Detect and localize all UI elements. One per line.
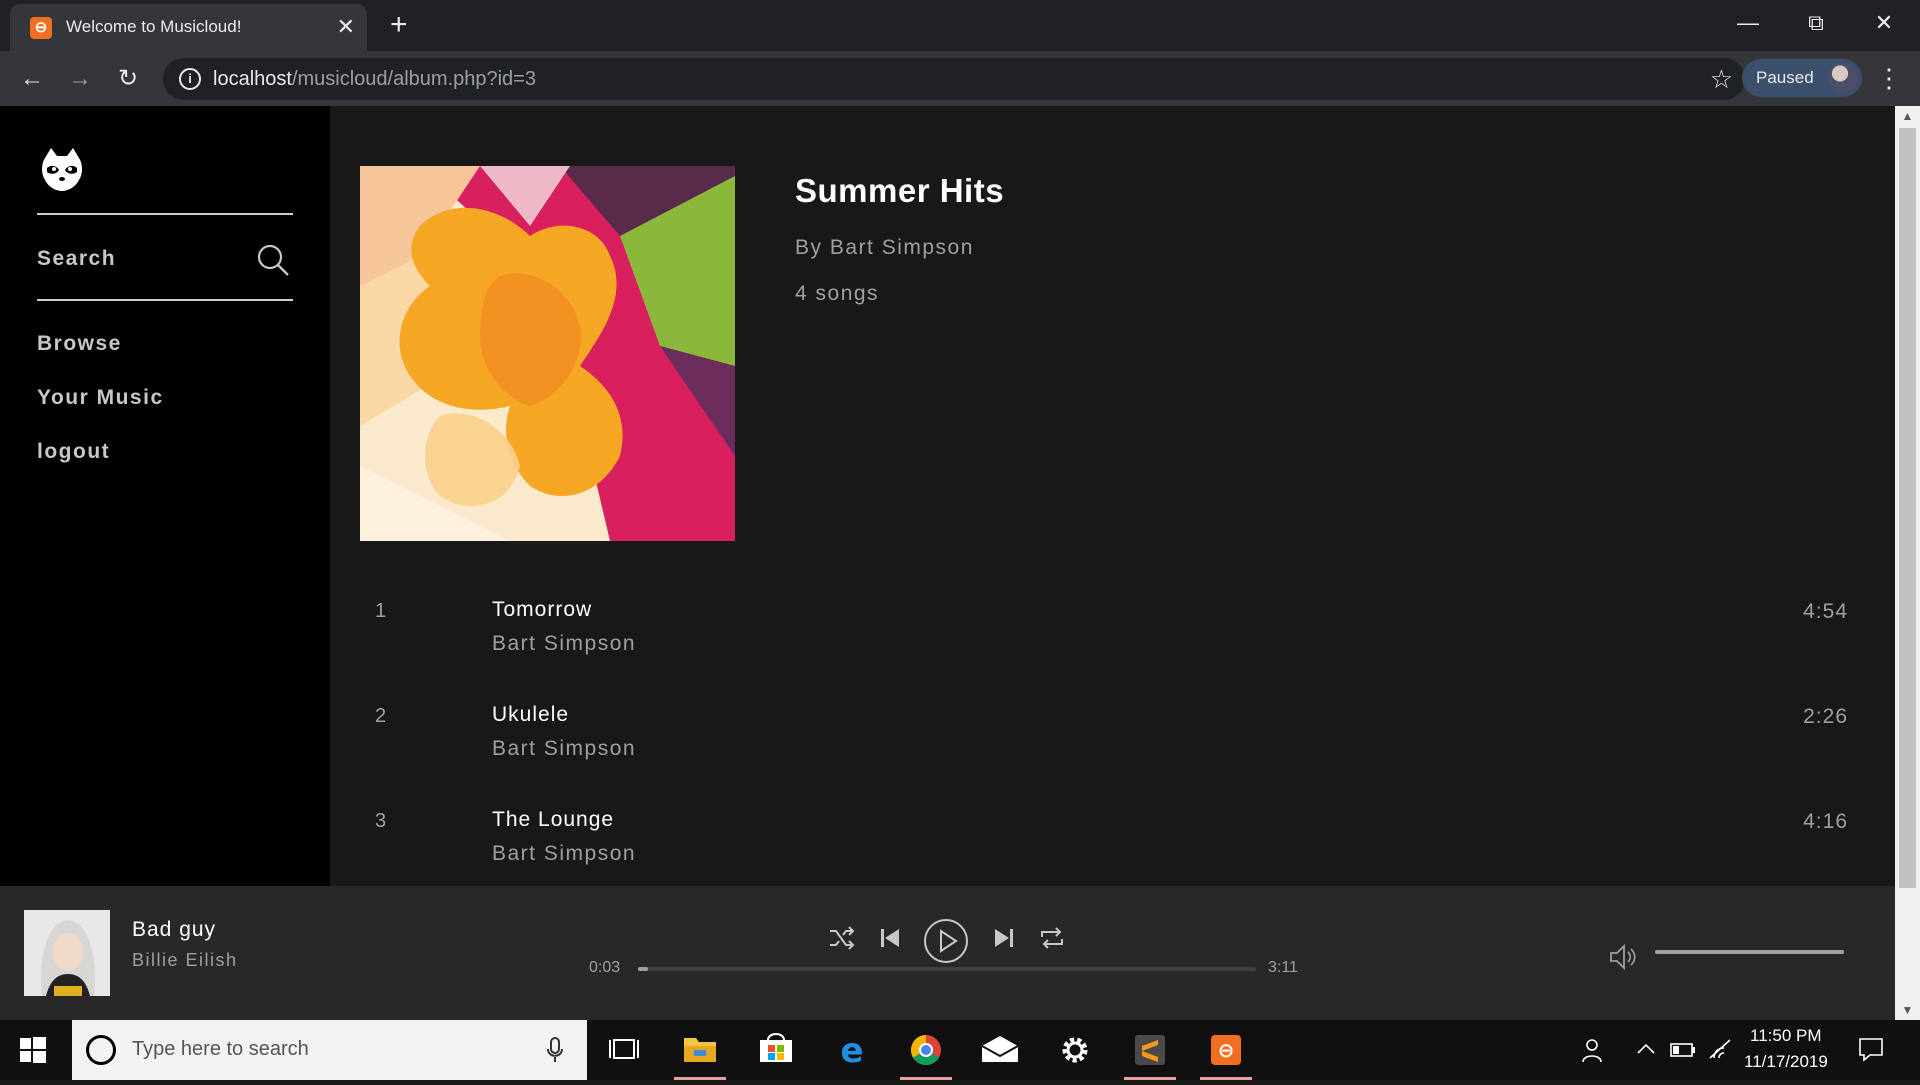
sidebar-item-your-music[interactable]: Your Music bbox=[37, 386, 164, 410]
new-tab-icon[interactable]: + bbox=[390, 9, 408, 41]
volume-slider[interactable] bbox=[1655, 950, 1844, 954]
clock-date[interactable]: 11/17/2019 bbox=[1744, 1052, 1828, 1072]
reload-icon[interactable]: ↻ bbox=[112, 63, 144, 95]
taskbar-search-placeholder: Type here to search bbox=[132, 1038, 309, 1060]
mail-icon[interactable] bbox=[968, 1020, 1032, 1080]
microsoft-store-icon[interactable] bbox=[744, 1020, 808, 1080]
divider bbox=[37, 213, 293, 215]
scroll-down-icon[interactable]: ▼ bbox=[1895, 1000, 1920, 1020]
task-view-icon[interactable] bbox=[592, 1020, 656, 1080]
track-number: 2 bbox=[375, 705, 387, 727]
bookmark-star-icon[interactable]: ☆ bbox=[1710, 64, 1733, 95]
restore-icon[interactable]: ⧉ bbox=[1796, 8, 1836, 38]
info-icon[interactable]: i bbox=[179, 68, 201, 90]
next-icon[interactable] bbox=[992, 924, 1016, 952]
sublime-text-icon[interactable] bbox=[1118, 1020, 1182, 1080]
sidebar: Search Browse Your Music logout bbox=[0, 106, 330, 886]
tab-title: Welcome to Musicloud! bbox=[66, 17, 242, 36]
track-name: Tomorrow bbox=[492, 598, 593, 621]
now-playing-bar: Bad guy Billie Eilish 0:03 3:11 bbox=[0, 886, 1895, 1020]
people-icon[interactable] bbox=[1580, 1036, 1606, 1064]
track-number: 3 bbox=[375, 810, 387, 832]
search-icon[interactable] bbox=[255, 242, 291, 278]
time-total: 3:11 bbox=[1268, 959, 1298, 976]
time-current: 0:03 bbox=[589, 959, 621, 976]
previous-icon[interactable] bbox=[878, 924, 902, 952]
album-artist: By Bart Simpson bbox=[795, 236, 974, 259]
xampp-favicon-icon: ⊖ bbox=[30, 17, 52, 39]
track-duration: 4:54 bbox=[1803, 600, 1848, 623]
browser-toolbar: ← → ↻ i localhost/musicloud/album.php?id… bbox=[0, 51, 1920, 106]
now-playing-artist[interactable]: Billie Eilish bbox=[132, 950, 238, 971]
track-row[interactable]: 2 Ukulele Bart Simpson 2:26 bbox=[330, 695, 1895, 775]
url-host: localhost bbox=[213, 68, 292, 90]
url-text[interactable]: localhost/musicloud/album.php?id=3 bbox=[213, 68, 536, 91]
chevron-up-icon[interactable] bbox=[1636, 1042, 1656, 1056]
track-row[interactable]: 1 Tomorrow Bart Simpson 4:54 bbox=[330, 590, 1895, 670]
browser-titlebar: ⊖ Welcome to Musicloud! ✕ + — ⧉ ✕ bbox=[0, 0, 1920, 51]
raccoon-logo-icon[interactable] bbox=[37, 144, 87, 194]
play-icon[interactable] bbox=[923, 918, 969, 964]
wifi-icon[interactable] bbox=[1708, 1038, 1732, 1060]
taskbar-search-box[interactable]: Type here to search bbox=[72, 1020, 587, 1080]
album-page: Summer Hits By Bart Simpson 4 songs 1 To… bbox=[330, 106, 1895, 886]
album-artwork bbox=[360, 166, 735, 541]
sidebar-item-logout[interactable]: logout bbox=[37, 440, 110, 464]
back-icon[interactable]: ← bbox=[16, 63, 48, 95]
chrome-icon[interactable] bbox=[894, 1020, 958, 1080]
notifications-icon[interactable] bbox=[1858, 1036, 1884, 1062]
progress-bar[interactable] bbox=[638, 967, 1256, 971]
profile-label: Paused bbox=[1756, 68, 1814, 87]
divider bbox=[37, 299, 293, 301]
xampp-icon[interactable]: ⊖ bbox=[1194, 1020, 1258, 1080]
battery-icon[interactable] bbox=[1670, 1042, 1696, 1058]
search-link[interactable]: Search bbox=[37, 247, 116, 271]
repeat-icon[interactable] bbox=[1038, 924, 1066, 952]
minimize-icon[interactable]: — bbox=[1728, 8, 1768, 38]
track-artist: Bart Simpson bbox=[492, 842, 637, 865]
microphone-icon[interactable] bbox=[547, 1036, 563, 1064]
svg-text:⊖: ⊖ bbox=[1218, 1038, 1235, 1062]
tab-close-icon[interactable]: ✕ bbox=[337, 14, 355, 40]
progress-fill bbox=[638, 967, 648, 971]
now-playing-artwork bbox=[24, 910, 110, 996]
track-number: 1 bbox=[375, 600, 387, 622]
scroll-thumb[interactable] bbox=[1899, 128, 1916, 888]
windows-taskbar: Type here to search e ⊖ 11:50 PM 11/17/2… bbox=[0, 1020, 1920, 1080]
now-playing-title[interactable]: Bad guy bbox=[132, 918, 216, 942]
track-artist: Bart Simpson bbox=[492, 632, 637, 655]
windows-start-icon[interactable] bbox=[20, 1037, 46, 1063]
album-song-count: 4 songs bbox=[795, 282, 880, 305]
musicloud-app: Search Browse Your Music logout Summer H… bbox=[0, 106, 1920, 1020]
scroll-up-icon[interactable]: ▲ bbox=[1895, 106, 1920, 126]
shuffle-icon[interactable] bbox=[828, 924, 856, 952]
url-path: /musicloud/album.php?id=3 bbox=[291, 68, 536, 90]
browser-tab[interactable]: ⊖ Welcome to Musicloud! ✕ bbox=[10, 4, 367, 51]
cortana-icon bbox=[86, 1035, 116, 1065]
avatar bbox=[1828, 63, 1858, 93]
track-artist: Bart Simpson bbox=[492, 737, 637, 760]
file-explorer-icon[interactable] bbox=[668, 1020, 732, 1080]
svg-text:e: e bbox=[840, 1031, 863, 1071]
track-name: The Lounge bbox=[492, 808, 615, 831]
profile-button[interactable]: Paused bbox=[1742, 59, 1862, 97]
track-row[interactable]: 3 The Lounge Bart Simpson 4:16 bbox=[330, 800, 1895, 880]
forward-icon[interactable]: → bbox=[64, 63, 96, 95]
track-duration: 2:26 bbox=[1803, 705, 1848, 728]
edge-icon[interactable]: e bbox=[820, 1020, 884, 1080]
clock-time[interactable]: 11:50 PM bbox=[1750, 1026, 1822, 1046]
volume-fill bbox=[1655, 950, 1844, 954]
track-duration: 4:16 bbox=[1803, 810, 1848, 833]
album-title: Summer Hits bbox=[795, 172, 1005, 209]
settings-gear-icon[interactable] bbox=[1043, 1020, 1107, 1080]
sidebar-item-browse[interactable]: Browse bbox=[37, 332, 122, 356]
window-close-icon[interactable]: ✕ bbox=[1864, 8, 1904, 38]
more-menu-icon[interactable]: ⋮ bbox=[1876, 63, 1902, 93]
address-bar[interactable]: i localhost/musicloud/album.php?id=3 ☆ bbox=[163, 58, 1745, 100]
volume-icon[interactable] bbox=[1608, 942, 1638, 972]
track-name: Ukulele bbox=[492, 703, 570, 726]
scrollbar[interactable]: ▲ ▼ bbox=[1895, 106, 1920, 1020]
